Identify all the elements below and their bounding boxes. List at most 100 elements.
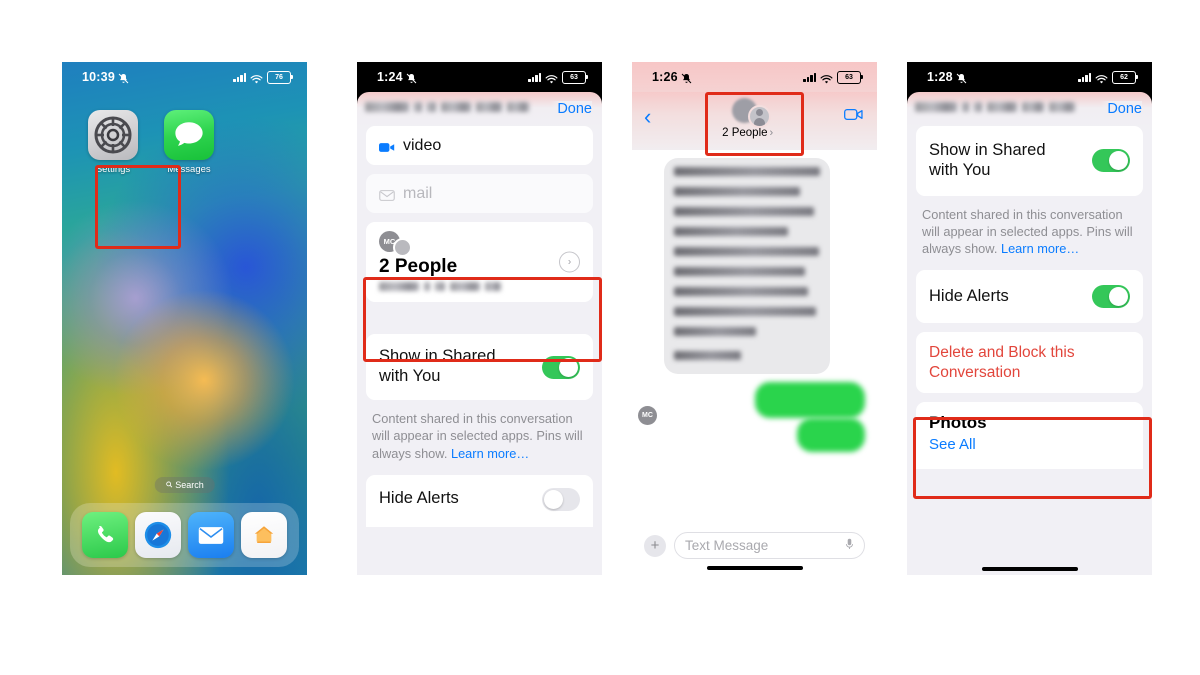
done-button[interactable]: Done	[551, 101, 592, 117]
dock-icon-home[interactable]	[241, 512, 288, 558]
wifi-icon	[250, 72, 263, 84]
redacted-people-subtitle	[379, 282, 580, 292]
photos-card: Photos See All	[916, 402, 1143, 470]
delete-and-block-button[interactable]: Delete and Block this Conversation	[916, 332, 1143, 393]
search-pill[interactable]: Search	[154, 477, 215, 493]
app-grid: Settings Messages	[82, 110, 220, 175]
row-hide-alerts[interactable]: Hide Alerts	[366, 475, 593, 527]
avatar: MC	[379, 231, 412, 258]
battery-icon: 63	[837, 70, 864, 84]
row-label: Show in Shared with You	[379, 347, 496, 386]
hide-alerts-card: Hide Alerts	[916, 270, 1143, 324]
redacted-contact-title	[365, 102, 529, 112]
cellular-bars-icon	[1078, 72, 1091, 82]
message-bubble-received[interactable]	[664, 158, 830, 374]
shared-with-you-card: Show in Shared with You	[916, 126, 1143, 196]
row-video[interactable]: video	[366, 126, 593, 165]
sheet-title-bar: Done	[907, 92, 1152, 126]
details-sheet: Done video mail MC 2 People › Show in Sh…	[357, 92, 602, 575]
battery-level: 62	[1120, 73, 1128, 81]
second-avatar	[393, 238, 412, 258]
text-message-input[interactable]: Text Message	[674, 532, 865, 559]
sheet-title-bar: Done	[357, 92, 602, 126]
battery-icon: 76	[267, 70, 294, 84]
see-all-link[interactable]: See All	[916, 433, 1143, 453]
app-label: Messages	[167, 164, 211, 175]
redacted-contact-title	[915, 102, 1075, 112]
app-label: Settings	[95, 164, 131, 175]
message-thread: MC + Text Message	[632, 150, 877, 575]
phone-panel-conversation: 1:26 63 ‹ 2 People › MC + Text Message	[632, 62, 877, 575]
dock-icon-safari[interactable]	[134, 512, 181, 558]
video-row-card: video	[366, 126, 593, 166]
app-icon-messages[interactable]: Messages	[158, 110, 220, 175]
details-sheet: Done Show in Shared with You Content sha…	[907, 92, 1152, 575]
chevron-right-icon: ›	[559, 251, 580, 273]
status-time: 10:39	[82, 70, 115, 84]
mail-envelope-icon	[379, 188, 395, 202]
shared-with-you-card: Show in Shared with You	[366, 334, 593, 400]
people-title: 2 People	[379, 256, 458, 278]
phone-panel-home-screen: 10:39 76 Settings Messages Search	[62, 62, 307, 575]
learn-more-link[interactable]: Learn more…	[1001, 241, 1079, 256]
message-composer: + Text Message	[632, 532, 877, 559]
battery-level: 63	[845, 73, 853, 81]
status-time: 1:24	[377, 70, 403, 84]
toggle-show-in-shared[interactable]	[1092, 149, 1130, 173]
battery-icon: 62	[1112, 70, 1139, 84]
toggle-hide-alerts[interactable]	[542, 487, 580, 511]
home-indicator	[981, 567, 1078, 571]
delete-block-card: Delete and Block this Conversation	[916, 332, 1143, 394]
status-bar: 1:28 62	[907, 62, 1152, 92]
hide-alerts-card: Hide Alerts	[366, 474, 593, 527]
message-bubble-sent[interactable]	[755, 382, 865, 418]
row-show-in-shared[interactable]: Show in Shared with You	[916, 126, 1143, 196]
row-mail: mail	[366, 174, 593, 213]
battery-level: 76	[275, 73, 283, 81]
bell-slash-icon	[956, 73, 967, 84]
microphone-icon[interactable]	[845, 538, 854, 553]
learn-more-link[interactable]: Learn more…	[451, 446, 529, 461]
people-row[interactable]: MC 2 People ›	[366, 222, 593, 303]
message-bubble-sent[interactable]	[797, 418, 865, 452]
status-bar: 1:26 63	[632, 62, 877, 92]
messages-bubble-icon	[164, 110, 214, 160]
conversation-title-button[interactable]: 2 People ›	[722, 98, 773, 139]
chevron-right-icon: ›	[769, 127, 774, 139]
search-icon	[165, 480, 172, 490]
dock-icon-phone[interactable]	[81, 512, 128, 558]
toggle-show-in-shared[interactable]	[542, 355, 580, 379]
row-label: Hide Alerts	[929, 286, 1009, 305]
row-label: Show in Shared with You	[929, 141, 1046, 179]
cellular-bars-icon	[528, 72, 541, 82]
chevron-left-icon[interactable]: ‹	[644, 106, 651, 128]
settings-gear-icon	[88, 110, 138, 160]
status-bar: 1:24 63	[357, 62, 602, 92]
wifi-icon	[820, 72, 833, 84]
row-label: mail	[403, 185, 433, 203]
bell-slash-icon	[406, 73, 417, 84]
wifi-icon	[545, 72, 558, 84]
done-button[interactable]: Done	[1101, 101, 1142, 117]
row-hide-alerts[interactable]: Hide Alerts	[916, 270, 1143, 323]
video-camera-icon[interactable]	[844, 108, 863, 126]
photos-heading: Photos	[929, 413, 987, 433]
toggle-hide-alerts[interactable]	[1092, 285, 1130, 309]
input-placeholder: Text Message	[685, 538, 769, 553]
video-camera-icon	[379, 140, 395, 152]
screenshot-canvas: 10:39 76 Settings Messages Search 1:24 6…	[0, 0, 1200, 675]
phone-panel-details-scrolled: 1:28 62 Done Show in Shared with You Con…	[907, 62, 1152, 575]
app-icon-settings[interactable]: Settings	[82, 110, 144, 175]
dock-icon-mail[interactable]	[188, 512, 235, 558]
status-time: 1:28	[927, 70, 953, 84]
battery-icon: 63	[562, 70, 589, 84]
status-bar: 10:39 76	[62, 62, 307, 92]
row-label: Hide Alerts	[379, 489, 459, 508]
shared-helper-text: Content shared in this conversation will…	[357, 409, 602, 475]
avatar-initials: MC	[642, 412, 653, 419]
plus-icon[interactable]: +	[644, 534, 666, 557]
phone-panel-contact-details: 1:24 63 Done video mail MC 2 People › Sh…	[357, 62, 602, 575]
mail-row-card: mail	[366, 174, 593, 214]
group-avatar-icon	[729, 98, 771, 128]
row-show-in-shared[interactable]: Show in Shared with You	[366, 334, 593, 400]
